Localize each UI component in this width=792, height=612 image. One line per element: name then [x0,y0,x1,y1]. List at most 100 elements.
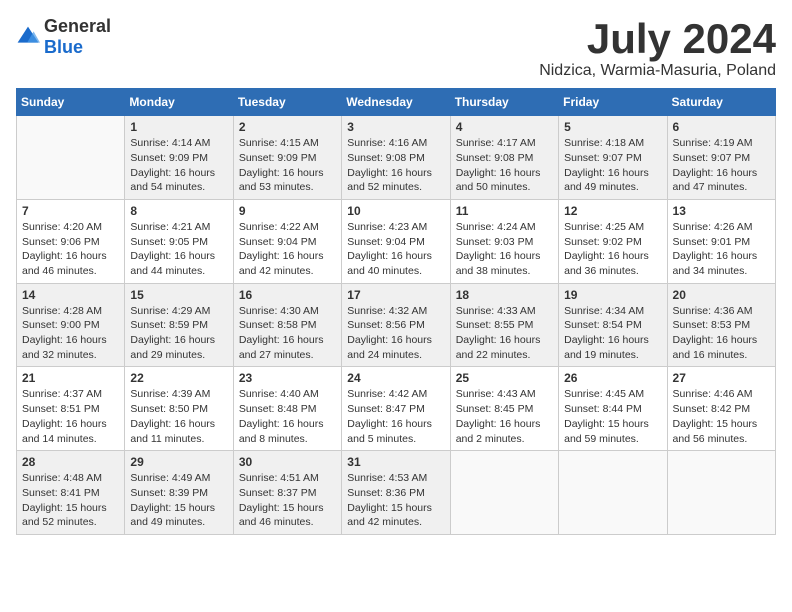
day-number: 28 [22,455,119,469]
day-number: 20 [673,288,770,302]
day-number: 26 [564,371,661,385]
logo: General Blue [16,16,111,58]
day-number: 24 [347,371,444,385]
day-number: 7 [22,204,119,218]
weekday-header-sunday: Sunday [17,89,125,116]
day-number: 14 [22,288,119,302]
day-info: Sunrise: 4:37 AM Sunset: 8:51 PM Dayligh… [22,387,119,446]
calendar-cell: 8 Sunrise: 4:21 AM Sunset: 9:05 PM Daylig… [125,199,233,283]
day-number: 18 [456,288,553,302]
calendar-cell: 23Sunrise: 4:40 AM Sunset: 8:48 PM Dayli… [233,367,341,451]
calendar-cell: 1 Sunrise: 4:14 AM Sunset: 9:09 PM Daylig… [125,116,233,200]
logo-icon [16,25,40,49]
calendar-cell: 28 Sunrise: 4:48 AM Sunset: 8:41 PM Dayli… [17,451,125,535]
day-info: Sunrise: 4:20 AM Sunset: 9:06 PM Dayligh… [22,220,119,279]
location-title: Nidzica, Warmia-Masuria, Poland [539,62,776,80]
calendar-cell: 21 Sunrise: 4:37 AM Sunset: 8:51 PM Dayli… [17,367,125,451]
header: General Blue July 2024 Nidzica, Warmia-M… [16,16,776,80]
day-number: 1 [130,120,227,134]
logo-general: General [44,16,111,36]
calendar-cell: 31Sunrise: 4:53 AM Sunset: 8:36 PM Dayli… [342,451,450,535]
calendar-cell: 25Sunrise: 4:43 AM Sunset: 8:45 PM Dayli… [450,367,558,451]
weekday-header-thursday: Thursday [450,89,558,116]
calendar-cell: 11Sunrise: 4:24 AM Sunset: 9:03 PM Dayli… [450,199,558,283]
day-info: Sunrise: 4:15 AM Sunset: 9:09 PM Dayligh… [239,136,336,195]
calendar-cell: 26 Sunrise: 4:45 AM Sunset: 8:44 PM Dayli… [559,367,667,451]
day-number: 21 [22,371,119,385]
day-info: Sunrise: 4:45 AM Sunset: 8:44 PM Dayligh… [564,387,661,446]
calendar-cell: 17 Sunrise: 4:32 AM Sunset: 8:56 PM Dayli… [342,283,450,367]
calendar-week-row: 28 Sunrise: 4:48 AM Sunset: 8:41 PM Dayli… [17,451,776,535]
day-info: Sunrise: 4:49 AM Sunset: 8:39 PM Dayligh… [130,471,227,530]
calendar-cell: 18 Sunrise: 4:33 AM Sunset: 8:55 PM Dayli… [450,283,558,367]
calendar-cell: 4 Sunrise: 4:17 AM Sunset: 9:08 PM Daylig… [450,116,558,200]
calendar-cell: 20 Sunrise: 4:36 AM Sunset: 8:53 PM Dayli… [667,283,775,367]
calendar-week-row: 1 Sunrise: 4:14 AM Sunset: 9:09 PM Daylig… [17,116,776,200]
weekday-header-wednesday: Wednesday [342,89,450,116]
day-info: Sunrise: 4:46 AM Sunset: 8:42 PM Dayligh… [673,387,770,446]
day-info: Sunrise: 4:14 AM Sunset: 9:09 PM Dayligh… [130,136,227,195]
day-info: Sunrise: 4:42 AM Sunset: 8:47 PM Dayligh… [347,387,444,446]
day-info: Sunrise: 4:23 AM Sunset: 9:04 PM Dayligh… [347,220,444,279]
day-number: 2 [239,120,336,134]
calendar-cell: 16 Sunrise: 4:30 AM Sunset: 8:58 PM Dayli… [233,283,341,367]
day-info: Sunrise: 4:24 AM Sunset: 9:03 PM Dayligh… [456,220,553,279]
calendar-cell: 2 Sunrise: 4:15 AM Sunset: 9:09 PM Daylig… [233,116,341,200]
weekday-header-row: SundayMondayTuesdayWednesdayThursdayFrid… [17,89,776,116]
day-number: 17 [347,288,444,302]
calendar-cell [559,451,667,535]
logo-blue: Blue [44,37,83,57]
calendar-cell [667,451,775,535]
day-number: 13 [673,204,770,218]
calendar-cell: 30Sunrise: 4:51 AM Sunset: 8:37 PM Dayli… [233,451,341,535]
calendar-cell: 29 Sunrise: 4:49 AM Sunset: 8:39 PM Dayli… [125,451,233,535]
day-number: 9 [239,204,336,218]
calendar-cell: 24 Sunrise: 4:42 AM Sunset: 8:47 PM Dayli… [342,367,450,451]
weekday-header-saturday: Saturday [667,89,775,116]
calendar-cell: 19 Sunrise: 4:34 AM Sunset: 8:54 PM Dayli… [559,283,667,367]
day-info: Sunrise: 4:17 AM Sunset: 9:08 PM Dayligh… [456,136,553,195]
day-number: 4 [456,120,553,134]
day-info: Sunrise: 4:30 AM Sunset: 8:58 PM Dayligh… [239,304,336,363]
day-number: 16 [239,288,336,302]
calendar-cell: 10 Sunrise: 4:23 AM Sunset: 9:04 PM Dayli… [342,199,450,283]
month-title: July 2024 [539,16,776,62]
day-info: Sunrise: 4:33 AM Sunset: 8:55 PM Dayligh… [456,304,553,363]
day-info: Sunrise: 4:39 AM Sunset: 8:50 PM Dayligh… [130,387,227,446]
day-number: 8 [130,204,227,218]
weekday-header-friday: Friday [559,89,667,116]
logo-text: General Blue [44,16,111,58]
calendar-cell: 15Sunrise: 4:29 AM Sunset: 8:59 PM Dayli… [125,283,233,367]
day-number: 31 [347,455,444,469]
day-info: Sunrise: 4:32 AM Sunset: 8:56 PM Dayligh… [347,304,444,363]
day-info: Sunrise: 4:29 AM Sunset: 8:59 PM Dayligh… [130,304,227,363]
calendar-week-row: 14Sunrise: 4:28 AM Sunset: 9:00 PM Dayli… [17,283,776,367]
day-info: Sunrise: 4:40 AM Sunset: 8:48 PM Dayligh… [239,387,336,446]
day-info: Sunrise: 4:34 AM Sunset: 8:54 PM Dayligh… [564,304,661,363]
calendar-cell [450,451,558,535]
day-number: 27 [673,371,770,385]
calendar-cell: 27 Sunrise: 4:46 AM Sunset: 8:42 PM Dayli… [667,367,775,451]
day-number: 30 [239,455,336,469]
calendar: SundayMondayTuesdayWednesdayThursdayFrid… [16,88,776,535]
calendar-cell [17,116,125,200]
day-number: 6 [673,120,770,134]
day-number: 22 [130,371,227,385]
day-info: Sunrise: 4:16 AM Sunset: 9:08 PM Dayligh… [347,136,444,195]
day-number: 19 [564,288,661,302]
calendar-week-row: 21 Sunrise: 4:37 AM Sunset: 8:51 PM Dayli… [17,367,776,451]
day-number: 10 [347,204,444,218]
day-number: 5 [564,120,661,134]
day-info: Sunrise: 4:26 AM Sunset: 9:01 PM Dayligh… [673,220,770,279]
weekday-header-monday: Monday [125,89,233,116]
day-info: Sunrise: 4:21 AM Sunset: 9:05 PM Dayligh… [130,220,227,279]
day-info: Sunrise: 4:36 AM Sunset: 8:53 PM Dayligh… [673,304,770,363]
weekday-header-tuesday: Tuesday [233,89,341,116]
day-info: Sunrise: 4:25 AM Sunset: 9:02 PM Dayligh… [564,220,661,279]
day-info: Sunrise: 4:48 AM Sunset: 8:41 PM Dayligh… [22,471,119,530]
calendar-cell: 9Sunrise: 4:22 AM Sunset: 9:04 PM Daylig… [233,199,341,283]
calendar-week-row: 7 Sunrise: 4:20 AM Sunset: 9:06 PM Daylig… [17,199,776,283]
calendar-cell: 12Sunrise: 4:25 AM Sunset: 9:02 PM Dayli… [559,199,667,283]
calendar-cell: 5Sunrise: 4:18 AM Sunset: 9:07 PM Daylig… [559,116,667,200]
day-number: 29 [130,455,227,469]
